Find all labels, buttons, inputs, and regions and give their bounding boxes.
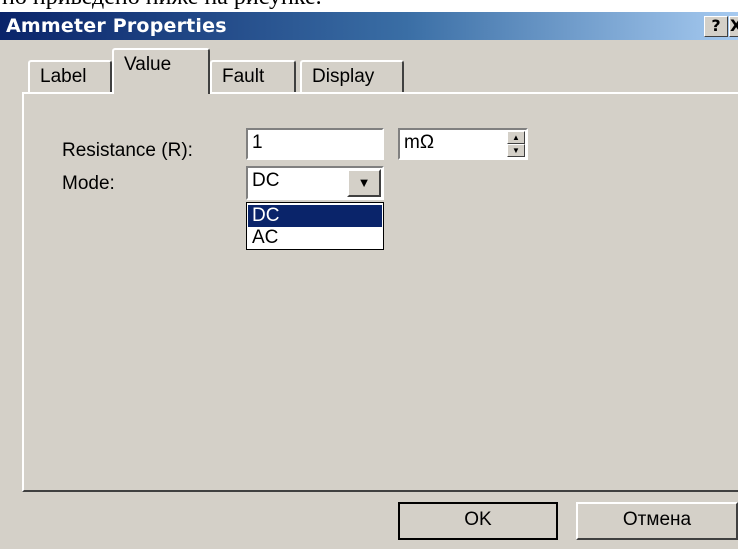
document-caption: но приведено ниже на рисунке. [0,0,738,12]
spin-down-icon[interactable]: ▼ [507,144,525,157]
resistance-label: Resistance (R): [62,140,193,161]
chevron-down-icon: ▼ [357,175,371,190]
tab-value[interactable]: Value [112,48,210,94]
cancel-button[interactable]: Отмена [576,502,738,540]
window-title: Ammeter Properties [6,15,227,37]
tab-display[interactable]: Display [300,60,404,92]
resistance-input[interactable]: 1 [246,128,384,160]
tab-fault[interactable]: Fault [210,60,296,92]
help-button[interactable]: ? [704,16,728,37]
unit-spinner[interactable]: ▲ ▼ [507,131,525,157]
mode-option-dc[interactable]: DC [248,205,382,227]
ok-button[interactable]: OK [398,502,558,540]
mode-option-ac[interactable]: AC [248,227,382,249]
spin-up-icon[interactable]: ▲ [507,131,525,144]
close-button[interactable]: X [729,16,738,37]
mode-label: Mode: [62,173,115,194]
help-icon: ? [711,16,721,35]
tab-label[interactable]: Label [28,60,112,92]
close-icon: X [730,16,738,35]
mode-dropdown-list: DC AC [246,202,384,250]
dropdown-arrow-button[interactable]: ▼ [347,169,381,197]
title-bar[interactable]: Ammeter Properties ? X [0,12,738,40]
